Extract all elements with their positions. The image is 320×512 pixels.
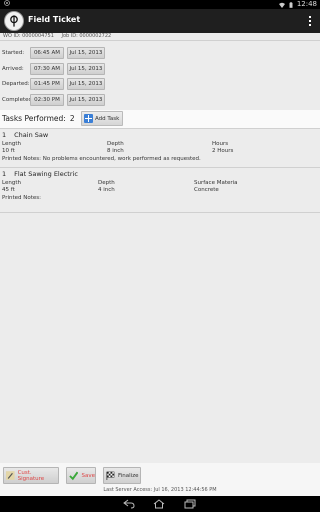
time-label: Departed: xyxy=(2,81,30,87)
field-label: Hours xyxy=(212,141,229,147)
divider xyxy=(0,40,320,41)
wo-id: WO ID: 0000004751 xyxy=(3,33,54,39)
completed-time-button[interactable]: 02:30 PM xyxy=(30,94,64,106)
field-value: 45 ft xyxy=(2,187,15,193)
checkmark-icon xyxy=(69,471,79,480)
plus-icon xyxy=(84,114,93,123)
home-icon[interactable] xyxy=(153,499,165,509)
arrived-time-button[interactable]: 07:30 AM xyxy=(30,63,64,75)
task-name: Flat Sawing Electric xyxy=(14,170,78,178)
tasks-count: 2 xyxy=(69,114,75,123)
divider xyxy=(0,212,320,213)
task-item[interactable]: 1 Flat Sawing Electric Length 45 ft Depth… xyxy=(0,169,320,201)
ticket-ids: WO ID: 0000004751 Job ID: 0000002722 xyxy=(3,33,111,39)
time-row-departed: Departed: 01:45 PM Jul 15, 2013 xyxy=(0,77,320,91)
system-nav-bar xyxy=(0,496,320,512)
divider xyxy=(0,167,320,168)
divider xyxy=(0,128,320,129)
task-fields: Length 45 ft Depth 4 inch Surface Materi… xyxy=(0,179,320,195)
field-label: Depth xyxy=(107,141,124,147)
time-row-started: Started: 06:45 AM Jul 15, 2013 xyxy=(0,46,320,60)
battery-icon xyxy=(289,1,293,8)
time-label: Started: xyxy=(2,50,25,56)
task-item[interactable]: 1 Chain Saw Length 10 ft Depth 8 inch Hou… xyxy=(0,130,320,162)
field-value: 4 inch xyxy=(98,187,115,193)
time-row-arrived: Arrived: 07:30 AM Jul 15, 2013 xyxy=(0,62,320,76)
task-header: 1 Flat Sawing Electric xyxy=(0,169,320,179)
action-bar: Field Ticket xyxy=(0,9,320,33)
finalize-button[interactable]: Finalize xyxy=(103,467,141,484)
time-label: Arrived: xyxy=(2,66,24,72)
pen-icon xyxy=(6,471,15,480)
field-value: 2 Hours xyxy=(212,148,234,154)
wifi-icon xyxy=(278,2,285,8)
started-time-button[interactable]: 06:45 AM xyxy=(30,47,64,59)
field-value: Concrete xyxy=(194,187,219,193)
save-button[interactable]: Save xyxy=(66,467,96,484)
task-name: Chain Saw xyxy=(14,131,49,139)
departed-date-button[interactable]: Jul 15, 2013 xyxy=(67,78,105,90)
add-task-button[interactable]: Add Task xyxy=(81,111,123,126)
save-label: Save xyxy=(81,472,95,479)
task-fields: Length 10 ft Depth 8 inch Hours 2 Hours xyxy=(0,140,320,156)
field-label: Depth xyxy=(98,180,115,186)
task-number: 1 xyxy=(2,170,7,178)
status-bar: 12:48 xyxy=(0,0,320,9)
signature-label: Cust. Signature xyxy=(17,469,45,482)
field-label: Surface Materia xyxy=(194,180,238,186)
recent-apps-icon[interactable] xyxy=(184,499,196,509)
checkered-flag-icon xyxy=(106,471,115,480)
task-notes: Printed Notes: No problems encountered, … xyxy=(2,156,201,162)
tasks-header: Tasks Performed: 2 Add Task xyxy=(0,110,320,128)
completed-date-button[interactable]: Jul 15, 2013 xyxy=(67,94,105,106)
time-row-completed: Completed: 02:30 PM Jul 15, 2013 xyxy=(0,93,320,107)
task-number: 1 xyxy=(2,131,7,139)
notification-icon xyxy=(4,0,10,6)
app-title: Field Ticket xyxy=(28,15,81,24)
field-value: 10 ft xyxy=(2,148,15,154)
add-task-label: Add Task xyxy=(95,115,120,122)
back-icon[interactable] xyxy=(123,499,135,509)
customer-signature-button[interactable]: Cust. Signature xyxy=(3,467,59,484)
last-server-access: Last Server Access: Jul 16, 2013 12:44:5… xyxy=(103,487,217,493)
app-logo-icon[interactable] xyxy=(4,11,24,31)
field-label: Length xyxy=(2,180,21,186)
field-value: 8 inch xyxy=(107,148,124,154)
status-time: 12:48 xyxy=(296,0,317,8)
finalize-label: Finalize xyxy=(118,472,139,479)
departed-time-button[interactable]: 01:45 PM xyxy=(30,78,64,90)
task-header: 1 Chain Saw xyxy=(0,130,320,140)
started-date-button[interactable]: Jul 15, 2013 xyxy=(67,47,105,59)
task-notes: Printed Notes: xyxy=(2,195,42,201)
job-id: Job ID: 0000002722 xyxy=(61,33,112,39)
field-label: Length xyxy=(2,141,21,147)
overflow-menu-icon[interactable] xyxy=(306,13,314,29)
tasks-title: Tasks Performed: 2 xyxy=(2,114,75,123)
tasks-title-label: Tasks Performed: xyxy=(2,114,66,123)
arrived-date-button[interactable]: Jul 15, 2013 xyxy=(67,63,105,75)
